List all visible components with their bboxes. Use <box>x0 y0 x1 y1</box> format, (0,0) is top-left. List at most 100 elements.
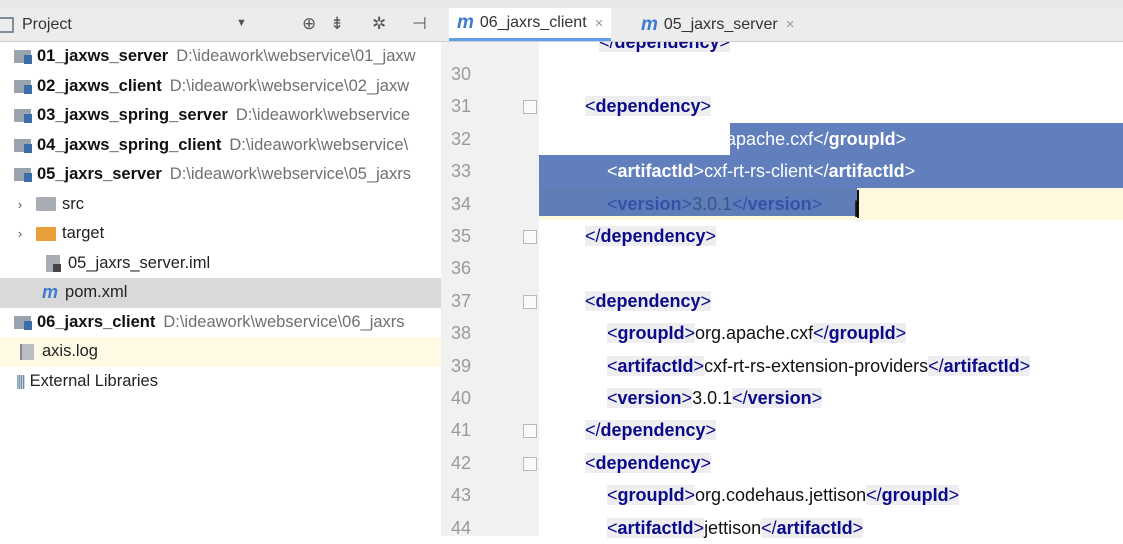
chevron-down-icon[interactable]: ▼ <box>236 17 247 29</box>
line-number: 31 <box>451 96 472 117</box>
fold-open-icon[interactable] <box>523 456 537 471</box>
line-number: 32 <box>451 128 472 149</box>
log-file-icon <box>20 343 34 360</box>
module-name: 03_jaxws_spring_server <box>37 106 228 125</box>
editor-tabs: m 06_jaxrs_client × m 05_jaxrs_server × <box>441 8 1123 42</box>
module-name: 06_jaxrs_client <box>37 312 156 331</box>
module-path: D:\ideawork\webservice\02_jaxw <box>169 76 410 95</box>
code-line: </dependency> <box>539 220 1123 252</box>
tree-item-05-jaxrs-server[interactable]: 05_jaxrs_server D:\ideawork\webservice\0… <box>0 160 441 190</box>
code-line-partial: </dependency> <box>599 42 1123 58</box>
line-number: 33 <box>451 161 472 182</box>
editor: m 06_jaxrs_client × m 05_jaxrs_server × … <box>441 0 1123 538</box>
code-text: <artifactId>jettison</artifactId> <box>607 517 864 538</box>
code-text: <dependency> <box>585 452 712 473</box>
folder-name: target <box>62 224 105 243</box>
module-name: 05_jaxrs_server <box>37 165 162 184</box>
module-path: D:\ideawork\webservice <box>235 106 411 125</box>
tab-label: 06_jaxrs_client <box>479 14 587 31</box>
hide-panel-icon[interactable]: ⊣ <box>412 14 427 34</box>
tab-05-jaxrs-server[interactable]: m 05_jaxrs_server × <box>633 8 803 41</box>
tree-item-target[interactable]: › target <box>0 219 441 249</box>
line-number: 34 <box>451 193 472 214</box>
tree-item-src[interactable]: › src <box>0 190 441 220</box>
library-icon: |||| <box>16 372 25 390</box>
module-path: D:\ideawork\webservice\01_jaxw <box>176 47 416 66</box>
line-number: 44 <box>451 517 472 538</box>
module-path: D:\ideawork\webservice\ <box>229 135 409 154</box>
code-line: <dependency> <box>539 447 1123 479</box>
code-line: <dependency> <box>539 90 1123 122</box>
maven-icon: m <box>42 282 59 303</box>
line-number: 41 <box>451 420 472 441</box>
code-text: <dependency> <box>585 290 712 311</box>
module-icon <box>14 168 32 183</box>
fold-open-icon[interactable] <box>523 294 537 309</box>
tree-item-iml-file[interactable]: 05_jaxrs_server.iml <box>0 249 441 279</box>
project-panel: Project ▼ ⊕ ⇟ ✲ ⊣ 01_jaxws_server D:\ide… <box>0 8 442 536</box>
tab-label: 05_jaxrs_server <box>663 15 778 33</box>
close-icon[interactable]: × <box>595 15 604 32</box>
line-number: 38 <box>451 323 472 344</box>
tree-item-axis-log[interactable]: axis.log <box>0 337 441 367</box>
mouse-ibeam-icon: I <box>853 196 860 223</box>
line-number: 40 <box>451 388 472 408</box>
libraries-label: External Libraries <box>29 371 158 390</box>
tree-item-02-jaxws-client[interactable]: 02_jaxws_client D:\ideawork\webservice\0… <box>0 72 441 102</box>
code-line: </dependency> <box>539 414 1123 446</box>
code-text: <dependency> <box>585 96 712 117</box>
tree-item-external-libraries[interactable]: |||| External Libraries <box>0 367 441 397</box>
file-name: pom.xml <box>65 283 128 302</box>
tree-item-03-jaxws-spring-server[interactable]: 03_jaxws_spring_server D:\ideawork\webse… <box>0 101 441 131</box>
code-line: <artifactId>cxf-rt-rs-extension-provider… <box>539 350 1123 382</box>
code-text: <groupId>org.apache.cxf</groupId> <box>607 323 907 344</box>
fold-open-icon[interactable] <box>523 100 537 115</box>
tree-item-01-jaxws-server[interactable]: 01_jaxws_server D:\ideawork\webservice\0… <box>0 42 441 72</box>
project-icon <box>0 16 14 33</box>
folder-name: src <box>62 194 84 213</box>
close-icon[interactable]: × <box>786 16 795 33</box>
line-number: 30 <box>451 64 472 84</box>
code-text: </dependency> <box>585 420 717 441</box>
module-icon <box>14 138 32 153</box>
line-number: 42 <box>451 452 472 473</box>
project-tree: 01_jaxws_server D:\ideawork\webservice\0… <box>0 42 441 396</box>
line-number: 43 <box>451 485 472 506</box>
module-icon <box>14 50 32 65</box>
tab-06-jaxrs-client[interactable]: m 06_jaxrs_client × <box>449 8 612 41</box>
excluded-folder-icon <box>36 226 56 241</box>
line-number: 36 <box>451 258 472 279</box>
code-line: <groupId>org.apache.cxf</groupId> <box>539 317 1123 349</box>
project-panel-title[interactable]: Project <box>22 16 72 34</box>
module-name: 01_jaxws_server <box>37 47 169 66</box>
code-line: <version>3.0.1</version> <box>539 382 1123 414</box>
code-line: <artifactId>jettison</artifactId> <box>539 512 1123 544</box>
module-name: 04_jaxws_spring_client <box>37 135 222 154</box>
code-line: <dependency> <box>539 285 1123 317</box>
line-number: 39 <box>451 355 472 376</box>
fold-close-icon[interactable] <box>523 424 537 439</box>
collapse-all-icon[interactable]: ⇟ <box>330 14 344 34</box>
module-name: 02_jaxws_client <box>37 76 162 95</box>
module-icon <box>14 109 32 124</box>
tree-item-pom-xml[interactable]: m pom.xml <box>0 278 441 308</box>
code-line: <artifactId>cxf-rt-rs-client</artifactId… <box>539 155 1123 187</box>
iml-file-icon <box>46 254 61 272</box>
fold-close-icon[interactable] <box>523 230 537 244</box>
tree-item-04-jaxws-spring-client[interactable]: 04_jaxws_spring_client D:\ideawork\webse… <box>0 131 441 161</box>
locate-icon[interactable]: ⊕ <box>302 14 316 34</box>
chevron-right-icon[interactable]: › <box>12 226 28 241</box>
project-panel-header: Project ▼ ⊕ ⇟ ✲ ⊣ <box>0 8 441 42</box>
module-icon <box>14 315 32 330</box>
chevron-right-icon[interactable]: › <box>12 197 28 212</box>
code-text: <artifactId>cxf-rt-rs-client</artifactId… <box>607 161 916 182</box>
gear-icon[interactable]: ✲ <box>372 14 386 34</box>
file-name: 05_jaxrs_server.iml <box>68 253 211 272</box>
line-number: 37 <box>451 290 472 311</box>
tree-item-06-jaxrs-client[interactable]: 06_jaxrs_client D:\ideawork\webservice\0… <box>0 308 441 338</box>
text-selection <box>539 187 857 216</box>
code-text: <artifactId>cxf-rt-rs-extension-provider… <box>607 355 1031 376</box>
code-line: <groupId>org.apache.cxf</groupId> <box>539 123 1123 155</box>
